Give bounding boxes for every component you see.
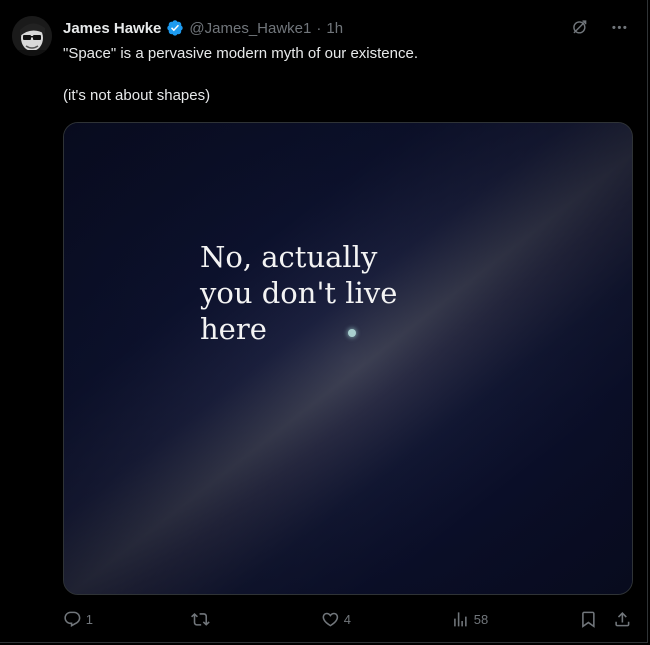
separator-dot: ·	[316, 19, 322, 37]
author-handle[interactable]: @James_Hawke1	[189, 20, 311, 37]
media-text-line-2: you don't live	[200, 276, 398, 310]
media-background	[64, 123, 632, 594]
tweet-header: James Hawke @James_Hawke1 · 1h	[63, 17, 567, 39]
author-name[interactable]: James Hawke	[63, 20, 161, 37]
media-text-line-1: No, actually	[200, 240, 378, 274]
media-text-line-3: here	[200, 312, 267, 346]
avatar[interactable]	[12, 16, 52, 56]
more-icon[interactable]	[610, 18, 629, 37]
share-button[interactable]	[613, 610, 632, 629]
views-button[interactable]: 58	[451, 610, 488, 629]
reply-button[interactable]: 1	[63, 610, 93, 629]
views-count: 58	[473, 611, 489, 627]
tweet-media-image[interactable]: No, actually you don't live here	[63, 122, 633, 595]
like-count: 4	[343, 611, 351, 627]
tweet-card[interactable]: James Hawke @James_Hawke1 · 1h "Space" i…	[0, 0, 648, 643]
verified-badge-icon	[167, 20, 184, 36]
grok-icon[interactable]	[570, 18, 589, 37]
reply-icon	[64, 611, 81, 627]
timestamp[interactable]: 1h	[326, 20, 343, 37]
share-icon	[615, 611, 630, 627]
avatar-image	[12, 16, 52, 56]
bookmark-button[interactable]	[579, 610, 598, 629]
media-overlay-text: No, actually you don't live here	[200, 239, 460, 347]
top-actions	[570, 18, 630, 37]
retweet-icon	[191, 612, 210, 626]
like-icon	[322, 612, 339, 627]
tweet-line-1: "Space" is a pervasive modern myth of ou…	[63, 45, 418, 62]
views-icon	[454, 611, 467, 627]
like-button[interactable]: 4	[321, 610, 351, 629]
tweet-actions: 1 4 58	[63, 608, 632, 630]
tweet-text: "Space" is a pervasive modern myth of ou…	[63, 43, 623, 106]
bookmark-icon	[582, 611, 595, 628]
retweet-button[interactable]	[191, 610, 214, 629]
reply-count: 1	[85, 611, 93, 627]
tweet-line-2: (it's not about shapes)	[63, 87, 211, 104]
pale-blue-dot	[348, 329, 356, 337]
